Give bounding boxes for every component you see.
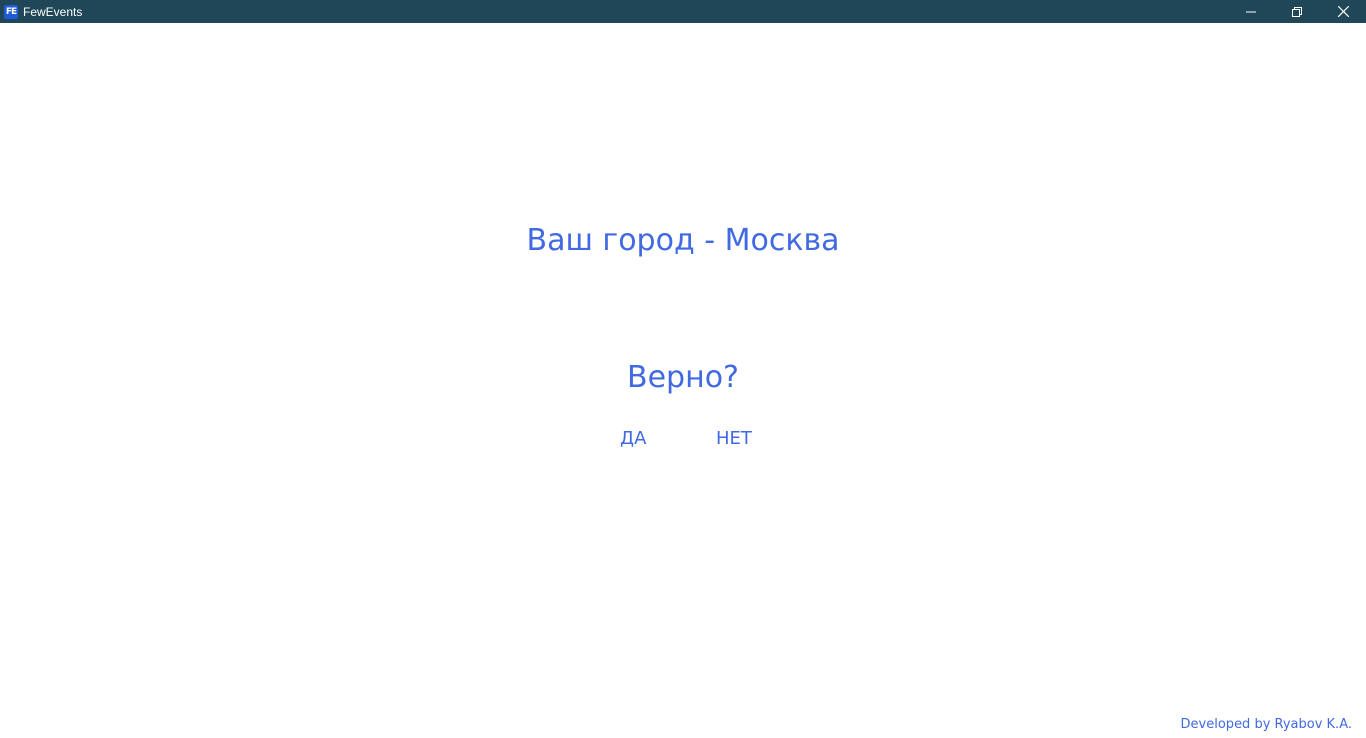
close-icon [1337, 6, 1349, 17]
window-title: FewEvents [23, 4, 83, 19]
main-content: Ваш город - Москва Верно? ДА НЕТ Develop… [0, 23, 1366, 738]
minimize-button[interactable] [1228, 0, 1274, 23]
app-logo-icon: FE [4, 4, 18, 19]
yes-button[interactable]: ДА [620, 428, 646, 449]
restore-icon [1292, 6, 1302, 17]
close-button[interactable] [1320, 0, 1366, 23]
title-bar[interactable]: FE FewEvents [0, 0, 1366, 23]
confirm-question: Верно? [627, 360, 739, 395]
window-controls [1228, 0, 1366, 23]
app-window: FE FewEvents Ваш город - Москва Верно? Д… [0, 0, 1366, 738]
minimize-icon [1246, 11, 1256, 12]
city-headline: Ваш город - Москва [526, 223, 840, 258]
no-button[interactable]: НЕТ [716, 428, 752, 449]
developer-credit: Developed by Ryabov K.A. [1180, 717, 1352, 732]
maximize-button[interactable] [1274, 0, 1320, 23]
